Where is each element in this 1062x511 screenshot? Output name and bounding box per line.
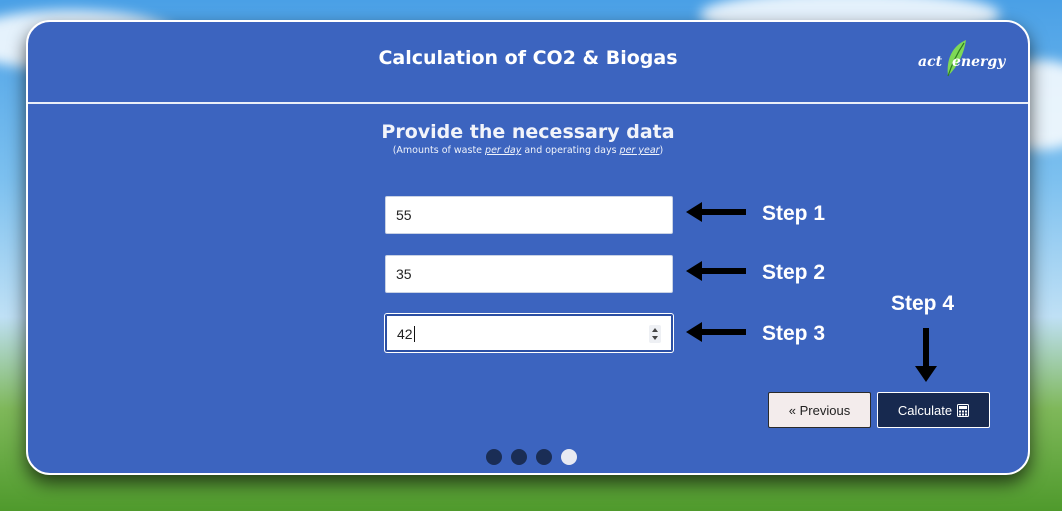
previous-button-label: « Previous	[788, 402, 851, 418]
spinner-up-icon[interactable]	[652, 328, 658, 332]
card-header: Calculation of CO2 & Biogas act energy	[28, 22, 1028, 104]
field-value: 55	[396, 207, 412, 223]
brand-logo: act energy	[918, 38, 1018, 82]
step-dot-active	[561, 449, 577, 465]
calculator-icon	[957, 403, 970, 417]
previous-button[interactable]: « Previous	[768, 392, 871, 428]
subheading-text: )	[659, 145, 664, 156]
arrow-left-icon	[686, 202, 746, 222]
number-spinner[interactable]	[649, 325, 661, 343]
step-2-label: Step 2	[762, 261, 826, 284]
step-indicator	[486, 449, 577, 465]
calculate-button[interactable]: Calculate	[877, 392, 990, 428]
form-subheading: (Amounts of waste per day and operating …	[28, 145, 1028, 156]
step-1-label: Step 1	[762, 202, 826, 225]
field-value: 35	[396, 266, 412, 282]
logo-word-energy: energy	[952, 54, 1006, 70]
waste-amount-field-2[interactable]: 35	[385, 255, 673, 293]
arrow-down-icon	[915, 328, 937, 382]
subheading-per-day: per day	[485, 145, 522, 156]
arrow-left-icon	[686, 261, 746, 281]
text-caret	[413, 326, 415, 342]
step-dot	[536, 449, 552, 465]
field-value-text: 42	[397, 326, 413, 342]
arrow-left-icon	[686, 322, 746, 342]
logo-word-act: act	[918, 54, 943, 70]
subheading-per-year: per year	[619, 145, 660, 156]
step-3-label: Step 3	[762, 322, 826, 345]
step-dot	[486, 449, 502, 465]
step-dot	[511, 449, 527, 465]
calculator-card: Calculation of CO2 & Biogas act energy P…	[26, 20, 1030, 475]
page-title: Calculation of CO2 & Biogas	[378, 47, 678, 69]
operating-days-field[interactable]: 42	[385, 314, 673, 352]
waste-amount-field-1[interactable]: 55	[385, 196, 673, 234]
subheading-text: (Amounts of waste	[392, 145, 486, 156]
step-4-label: Step 4	[891, 292, 955, 315]
field-value: 42	[397, 326, 415, 342]
calculate-button-label: Calculate	[897, 402, 953, 418]
spinner-down-icon[interactable]	[652, 336, 658, 340]
subheading-text: and operating days	[521, 145, 620, 156]
form-heading: Provide the necessary data	[381, 121, 675, 143]
